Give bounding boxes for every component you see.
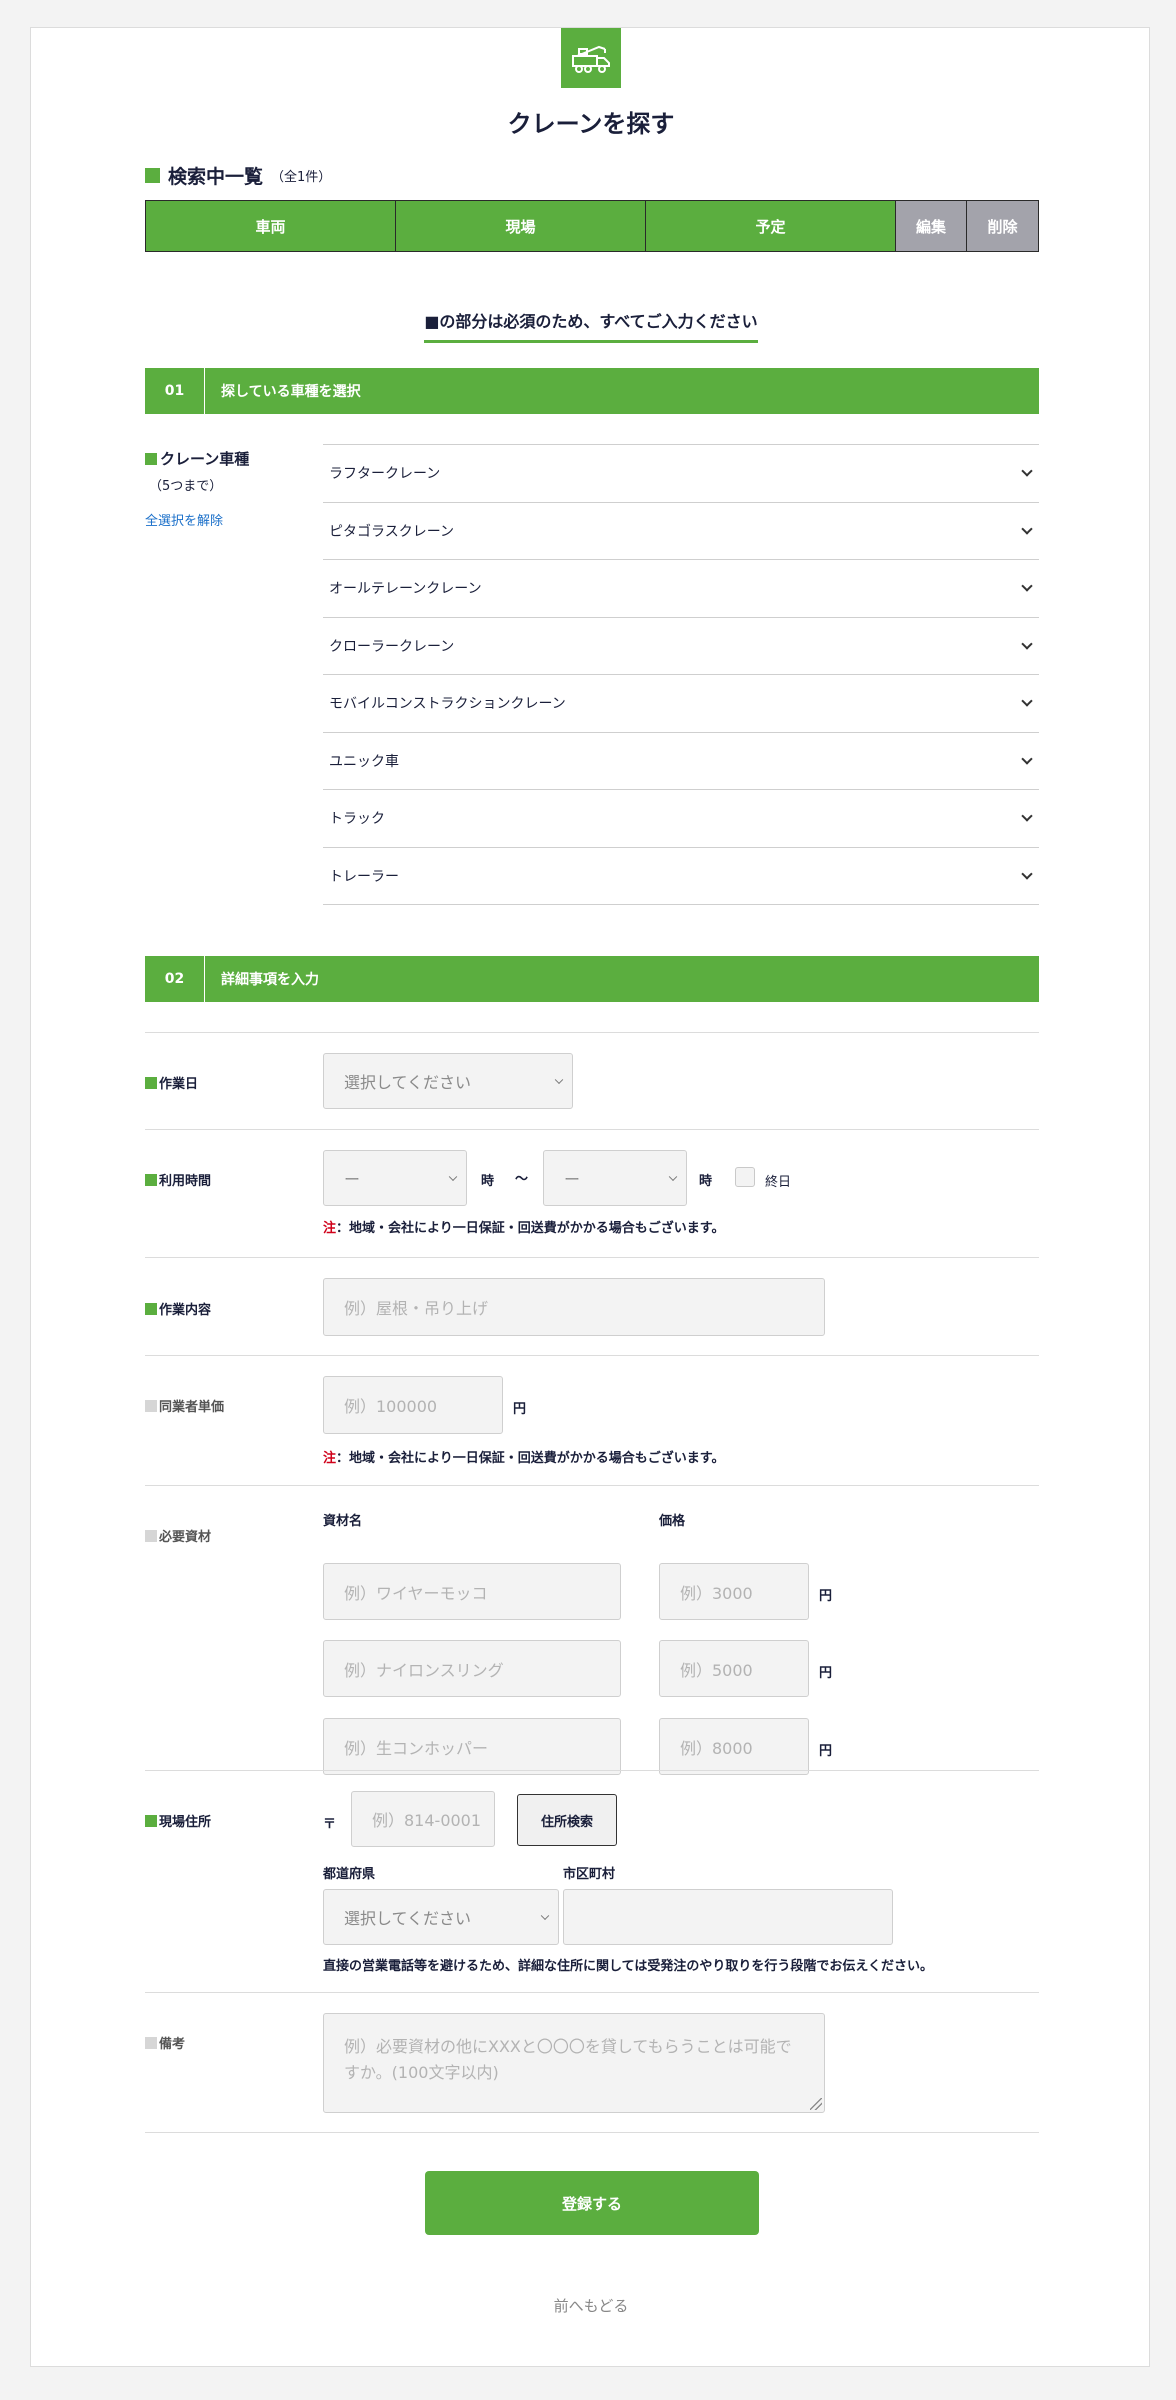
material-name-header: 資材名 [323,1514,363,1529]
usage-time-row: 利用時間 ー 時 〜 ー 時 終日 注：地域・会社により一日保証・回送費がかかる… [145,1129,1039,1257]
yen-unit: 円 [513,1402,527,1417]
section-number: 01 [145,368,205,414]
page-title: クレーンを探す [507,110,675,138]
deselect-all-link[interactable]: 全選択を解除 [145,510,315,529]
required-marker [145,168,160,183]
crane-type-limit: （5つまで） [149,479,223,494]
optional-marker [145,2036,157,2049]
required-marker [145,1076,157,1089]
prefecture-label: 都道府県 [323,1867,376,1882]
address-note: 直接の営業電話等を避けるため、詳細な住所に関しては受発注のやり取りを行う段階でお… [323,1959,933,1974]
chevron-down-icon [1021,638,1033,650]
materials-label: 必要資材 [159,1530,212,1545]
material-price-input[interactable]: 例）3000 [659,1563,809,1620]
remarks-row: 備考 例）必要資材の他にXXXと〇〇〇を貸してもらうことは可能ですか。(100文… [145,1992,1039,2133]
yen-unit: 円 [819,1744,833,1759]
section-header-details: 02 詳細事項を入力 [145,956,1039,1002]
material-price-input[interactable]: 例）8000 [659,1718,809,1775]
crane-type-item[interactable]: オールテレーンクレーン [323,560,1039,618]
unit-price-input[interactable]: 例）100000 [323,1376,503,1434]
hour-unit: 時 [481,1174,495,1189]
time-range-tilde: 〜 [515,1172,529,1187]
usage-time-note: 注：地域・会社により一日保証・回送費がかかる場合もございます。 [323,1221,725,1236]
search-list-title: 検索中一覧 [168,166,264,188]
section-label: 詳細事項を入力 [221,972,319,988]
postal-code-input[interactable]: 例）814-0001 [351,1791,495,1847]
column-schedule[interactable]: 予定 [646,201,896,251]
all-day-checkbox[interactable] [735,1167,755,1187]
crane-type-item[interactable]: ラフタークレーン [323,445,1039,503]
materials-row: 必要資材 資材名 価格 例）ワイヤーモッコ 例）3000 円 例）ナイロンスリン… [145,1485,1039,1775]
unit-price-label: 同業者単価 [159,1400,225,1415]
hour-unit: 時 [699,1174,713,1189]
crane-type-item[interactable]: トレーラー [323,848,1039,905]
address-label: 現場住所 [159,1815,212,1830]
crane-type-item[interactable]: トラック [323,790,1039,848]
unit-price-note: 注：地域・会社により一日保証・回送費がかかる場合もございます。 [323,1451,725,1466]
end-hour-select[interactable]: ー [543,1150,687,1206]
material-price-input[interactable]: 例）5000 [659,1640,809,1697]
crane-type-item[interactable]: ユニック車 [323,733,1039,790]
material-name-input[interactable]: 例）生コンホッパー [323,1718,621,1775]
chevron-down-icon [1021,465,1033,477]
section-header-vehicle: 01 探している車種を選択 [145,368,1039,414]
postal-mark: 〒 [323,1817,337,1832]
required-marker [145,1814,157,1827]
optional-marker [145,1399,157,1412]
unit-price-row: 同業者単価 例）100000 円 注：地域・会社により一日保証・回送費がかかる場… [145,1355,1039,1485]
material-price-header: 価格 [659,1514,686,1529]
search-list-table: 車両 現場 予定 編集 削除 [145,200,1039,252]
crane-type-label-block: クレーン車種 （5つまで） 全選択を解除 [145,448,315,529]
chevron-down-icon [1021,695,1033,707]
address-search-button[interactable]: 住所検索 [517,1794,617,1846]
crane-truck-icon [561,28,621,88]
delete-button[interactable]: 削除 [967,201,1038,251]
edit-button[interactable]: 編集 [896,201,967,251]
crane-type-label: クレーン車種 [160,450,250,468]
city-input[interactable] [563,1889,893,1945]
remarks-textarea[interactable]: 例）必要資材の他にXXXと〇〇〇を貸してもらうことは可能ですか。(100文字以内… [323,2013,825,2113]
crane-type-list: ラフタークレーン ピタゴラスクレーン オールテレーンクレーン クローラークレーン… [323,444,1039,905]
column-vehicle[interactable]: 車両 [146,201,396,251]
column-site[interactable]: 現場 [396,201,646,251]
chevron-down-icon [1021,580,1033,592]
section-number: 02 [145,956,205,1002]
crane-type-item[interactable]: モバイルコンストラクションクレーン [323,675,1039,733]
form-page: クレーンを探す 検索中一覧 （全1件） 車両 現場 予定 編集 削除 ■の部分は… [30,27,1150,2367]
material-name-input[interactable]: 例）ワイヤーモッコ [323,1563,621,1620]
crane-type-item[interactable]: クローラークレーン [323,618,1039,675]
work-content-row: 作業内容 例）屋根・吊り上げ [145,1257,1039,1355]
chevron-down-icon [1021,523,1033,535]
chevron-down-icon [1021,810,1033,822]
material-name-input[interactable]: 例）ナイロンスリング [323,1640,621,1697]
start-hour-select[interactable]: ー [323,1150,467,1206]
search-list-count: （全1件） [271,170,332,185]
work-date-select[interactable]: 選択してください [323,1053,573,1109]
optional-marker [145,1529,157,1542]
remarks-label: 備考 [159,2037,186,2052]
back-link[interactable]: 前へもどる [31,2295,1151,2316]
chevron-down-icon [1021,868,1033,880]
search-list-heading: 検索中一覧 （全1件） [145,162,1039,189]
usage-time-label: 利用時間 [159,1174,212,1189]
crane-type-item[interactable]: ピタゴラスクレーン [323,503,1039,560]
required-marker [145,1302,157,1315]
all-day-label: 終日 [765,1175,792,1190]
city-label: 市区町村 [563,1867,616,1882]
address-row: 現場住所 〒 例）814-0001 住所検索 都道府県 市区町村 選択してくださ… [145,1770,1039,1992]
required-marker [145,1173,157,1186]
work-content-label: 作業内容 [159,1303,212,1318]
submit-button[interactable]: 登録する [425,2171,759,2235]
required-note: ■の部分は必須のため、すべてご入力ください [31,308,1151,343]
work-date-label: 作業日 [159,1077,199,1092]
chevron-down-icon [1021,753,1033,765]
required-marker [145,452,157,465]
work-content-input[interactable]: 例）屋根・吊り上げ [323,1278,825,1336]
section-label: 探している車種を選択 [221,384,361,400]
resize-handle-icon[interactable] [810,2098,822,2110]
prefecture-select[interactable]: 選択してください [323,1889,559,1945]
yen-unit: 円 [819,1666,833,1681]
work-date-row: 作業日 選択してください [145,1032,1039,1129]
yen-unit: 円 [819,1589,833,1604]
